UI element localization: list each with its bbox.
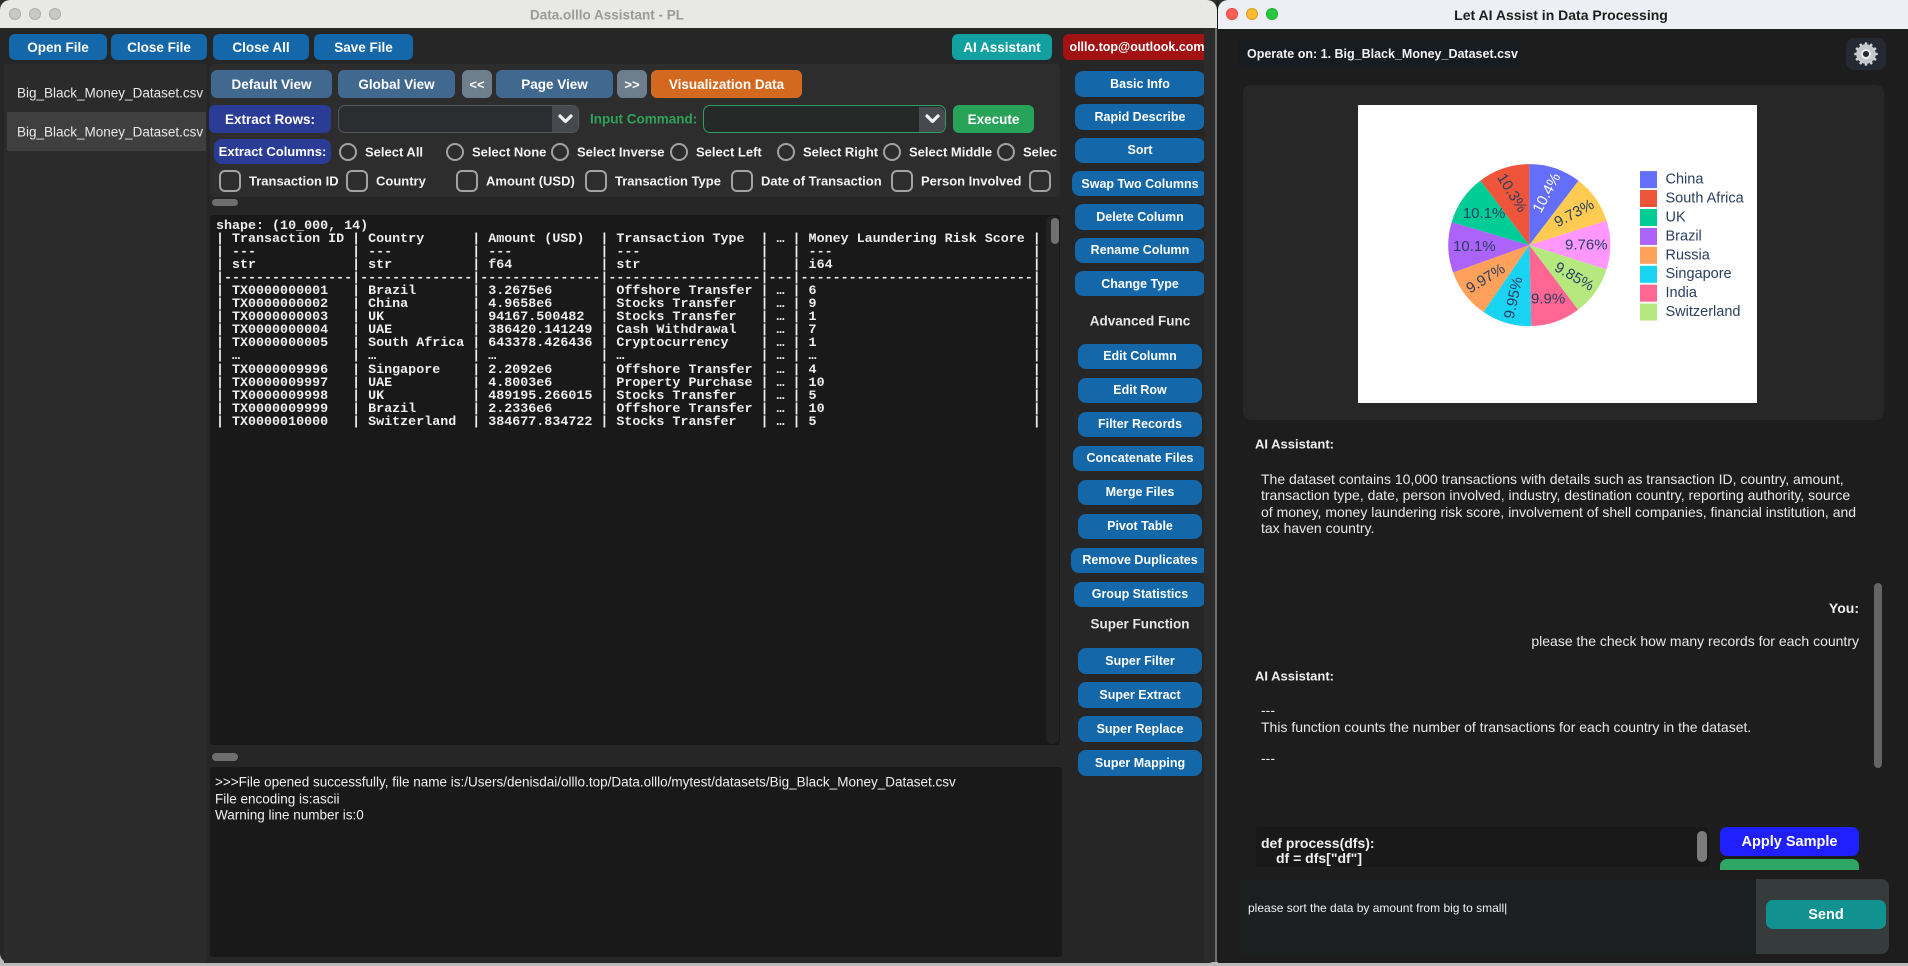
svg-text:9.76%: 9.76%: [1565, 237, 1608, 254]
svg-text:Brazil: Brazil: [1666, 228, 1702, 244]
svg-text:10.1%: 10.1%: [1453, 238, 1496, 255]
svg-text:Russia: Russia: [1666, 247, 1711, 263]
svg-text:South Africa: South Africa: [1666, 191, 1745, 207]
svg-text:9.9%: 9.9%: [1531, 290, 1565, 307]
svg-text:Singapore: Singapore: [1666, 266, 1732, 282]
svg-text:UK: UK: [1666, 210, 1686, 226]
svg-text:10.1%: 10.1%: [1463, 205, 1506, 222]
svg-text:Switzerland: Switzerland: [1666, 304, 1741, 320]
svg-text:China: China: [1666, 172, 1705, 188]
svg-text:India: India: [1666, 285, 1698, 301]
